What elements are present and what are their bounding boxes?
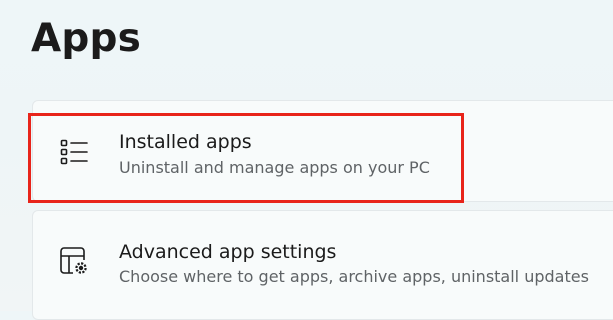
installed-apps-title: Installed apps: [119, 131, 252, 153]
advanced-app-settings-title: Advanced app settings: [119, 241, 337, 263]
advanced-app-settings-subtitle: Choose where to get apps, archive apps, …: [119, 267, 589, 286]
advanced-app-settings-card[interactable]: [32, 210, 613, 320]
installed-apps-subtitle: Uninstall and manage apps on your PC: [119, 158, 430, 177]
app-settings-gear-icon: [59, 246, 89, 276]
page-title: Apps: [31, 16, 142, 61]
list-icon: [59, 137, 89, 167]
